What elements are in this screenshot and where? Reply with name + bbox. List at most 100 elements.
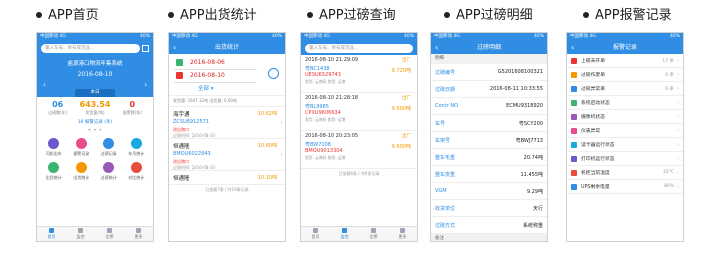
date-from-field[interactable]: 2016-08-06 bbox=[174, 57, 256, 70]
record-icon bbox=[103, 138, 115, 149]
status-bar: 中国移动 4G 40% bbox=[567, 33, 683, 41]
scan-icon[interactable] bbox=[142, 44, 149, 52]
alarm-row[interactable]: 打印机运行状态 › bbox=[567, 152, 683, 166]
grid-item[interactable]: 过磅记录 bbox=[95, 138, 123, 157]
tab-home[interactable]: 首页 bbox=[301, 227, 330, 241]
status-bar: 中国移动 4G 40% bbox=[169, 33, 285, 41]
printer-icon bbox=[571, 155, 577, 162]
detail-row: 整车皮重 11.455吨 bbox=[431, 166, 547, 183]
truck-icon bbox=[130, 138, 142, 149]
column-title-weigh-detail: APP过磅明细 bbox=[444, 4, 533, 28]
grid-item[interactable]: 车号统计 bbox=[123, 138, 151, 157]
alarm-summary[interactable]: 18 报警记录 (条) bbox=[37, 119, 153, 125]
grid-item[interactable]: 报警记录 bbox=[68, 138, 96, 157]
bell-icon bbox=[371, 228, 376, 233]
back-icon[interactable]: ‹ bbox=[571, 41, 574, 54]
stats-row: 06 过磅数(车) 643.54 发货量(吨) 0 报警数(条) bbox=[37, 97, 153, 116]
list-item[interactable]: 恒通隆 10.10吨 bbox=[169, 171, 285, 185]
home-icon bbox=[49, 228, 54, 233]
detail-row: 车号 粤SCY200 bbox=[431, 115, 547, 132]
header-bar: ‹ 报警记录 bbox=[567, 41, 683, 54]
column-title-shipment: APP出货统计 bbox=[168, 4, 257, 28]
alarm-row[interactable]: 仪表异常 › bbox=[567, 124, 683, 138]
alarm-row[interactable]: 摄像机状态 › bbox=[567, 110, 683, 124]
chart-icon bbox=[48, 162, 60, 173]
alert-icon bbox=[571, 57, 577, 64]
column-title-alarm: APP报警记录 bbox=[583, 4, 672, 28]
today-tab[interactable]: 本日 bbox=[75, 89, 115, 97]
phone-alarm: 中国移动 4G 40% ‹ 报警记录 上磅未开单 17 条 › 过磅作废单 0 条 › 过磅… bbox=[566, 32, 684, 242]
pager-dots: • • • bbox=[87, 127, 103, 134]
tab-monitor[interactable]: 监控 bbox=[66, 227, 95, 241]
tab-bar: 首页 监控 告警 更多 bbox=[37, 226, 153, 241]
phone-weigh-query: 中国移动 4G 40% 输入车号、单号或货品... 2016-08-10 21:2… bbox=[300, 32, 418, 242]
chevron-right-icon: › bbox=[677, 127, 679, 134]
load-status: 已加载7条 / 共19条记录 bbox=[205, 187, 249, 192]
chevron-right-icon: › bbox=[677, 57, 679, 64]
grid-item[interactable]: 司机出车 bbox=[40, 138, 68, 157]
power-icon bbox=[571, 99, 577, 106]
camera-icon bbox=[571, 113, 577, 120]
search-bar: 输入车号、单号或货品... bbox=[301, 41, 417, 55]
alarm-row[interactable]: UPS剩余电量 80% › bbox=[567, 180, 683, 194]
alarm-row[interactable]: 过磅作废单 0 条 › bbox=[567, 68, 683, 82]
alarm-row[interactable]: 机柜当前温度 32°C › bbox=[567, 166, 683, 180]
alarm-row[interactable]: 读卡器运行状态 › bbox=[567, 138, 683, 152]
void-icon bbox=[571, 71, 577, 78]
list-item[interactable]: 恒通隆 10.60吨 BMOU6022843 进出港口 过磅时间: 2016-0… bbox=[169, 139, 285, 171]
weigh-record[interactable]: 2016-08-10 21:29:09 出厂 粤BC1438 9.720吨 UE… bbox=[301, 55, 417, 93]
detail-row: 车架号 粤BWJ7713 bbox=[431, 132, 547, 149]
detail-row: 过磅方式 系统称重 bbox=[431, 217, 547, 234]
search-icon[interactable] bbox=[268, 68, 279, 79]
stat-shipment[interactable]: 643.54 发货量(吨) bbox=[76, 100, 113, 116]
alarm-row[interactable]: 系统启动状态 › bbox=[567, 96, 683, 110]
search-input[interactable]: 输入车号、单号或货品... bbox=[41, 43, 140, 53]
tab-monitor[interactable]: 监控 bbox=[330, 227, 359, 241]
chevron-right-icon: › bbox=[677, 169, 679, 176]
calendar-icon bbox=[176, 72, 183, 79]
back-icon[interactable]: ‹ bbox=[435, 41, 438, 54]
tab-more[interactable]: 更多 bbox=[388, 227, 417, 241]
calendar-icon bbox=[176, 59, 183, 66]
chevron-right-icon: › bbox=[677, 183, 679, 190]
chevron-right-icon: › bbox=[280, 151, 283, 158]
tab-home[interactable]: 首页 bbox=[37, 227, 66, 241]
phone-home: 中国移动 4G 40% 输入车号、单号或货品... 盐源港口物流年集系统 2016… bbox=[36, 32, 154, 242]
grid-item[interactable]: 出货统计 bbox=[68, 162, 96, 181]
date-to-field[interactable]: 2016-08-10 bbox=[174, 70, 256, 83]
list-item[interactable]: 海宇通 10.62吨 ZCSU6912571 进出港口 过磅时间: 2016-0… bbox=[169, 107, 285, 139]
category-select[interactable]: 全部 ▾ bbox=[174, 83, 280, 95]
battery-icon bbox=[571, 183, 577, 190]
home-icon bbox=[313, 228, 318, 233]
tab-alarm[interactable]: 告警 bbox=[359, 227, 388, 241]
grid-item[interactable]: 对比统计 bbox=[123, 162, 151, 181]
search-input[interactable]: 输入车号、单号或货品... bbox=[305, 43, 413, 53]
tab-more[interactable]: 更多 bbox=[124, 227, 153, 241]
grid-item[interactable]: 过磅统计 bbox=[95, 162, 123, 181]
grid-item[interactable]: 出货统计 bbox=[40, 162, 68, 181]
detail-row: 收货单位 天行 bbox=[431, 200, 547, 217]
search-bar: 输入车号、单号或货品... bbox=[37, 41, 153, 55]
alarm-row[interactable]: 上磅未开单 17 条 › bbox=[567, 54, 683, 68]
home-banner: 盐源港口物流年集系统 2016-08-10 ‹ › 本日 bbox=[37, 55, 153, 97]
next-day-icon[interactable]: › bbox=[144, 81, 147, 89]
alarm-icon bbox=[75, 138, 87, 149]
header-bar: ‹ 过磅明细 bbox=[431, 41, 547, 54]
tab-alarm[interactable]: 告警 bbox=[95, 227, 124, 241]
weigh-record[interactable]: 2016-08-10 20:23:05 出厂 粤BW7108 9.600吨 BM… bbox=[301, 131, 417, 169]
back-icon[interactable]: ‹ bbox=[173, 41, 176, 54]
filter-panel: 2016-08-06 2016-08-10 全部 ▾ bbox=[169, 54, 285, 96]
detail-row: Contr NO ECMU9318920 bbox=[431, 98, 547, 115]
tab-bar: 首页 监控 告警 更多 bbox=[301, 226, 417, 241]
alarm-row[interactable]: 过磅异常单 0 条 › bbox=[567, 82, 683, 96]
warning-icon bbox=[571, 85, 577, 92]
gauge-icon bbox=[571, 127, 577, 134]
chevron-right-icon: › bbox=[677, 113, 679, 120]
column-title-home: APP首页 bbox=[36, 4, 99, 28]
company-name: 盐源港口物流年集系统 bbox=[67, 61, 123, 67]
prev-day-icon[interactable]: ‹ bbox=[43, 81, 46, 89]
weigh-record[interactable]: 2016-08-10 21:28:18 出厂 粤BL9985 9.600吨 CP… bbox=[301, 93, 417, 131]
header-bar: ‹ 出货统计 bbox=[169, 41, 285, 54]
stat-alarm[interactable]: 0 报警数(条) bbox=[114, 100, 151, 116]
stat-weigh-count[interactable]: 06 过磅数(车) bbox=[39, 100, 76, 116]
